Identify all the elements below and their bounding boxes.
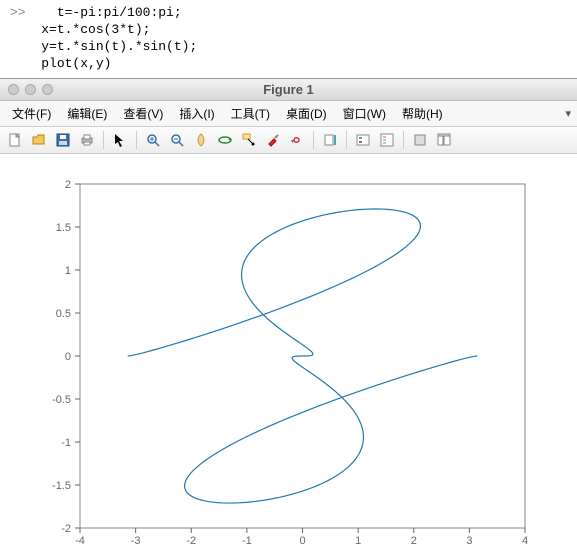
minimize-window-icon[interactable] [25,84,36,95]
axes[interactable]: -2 -1.5 -1 -0.5 0 0.5 1 1.5 2 -4 -3 -2 -1 0 1 2 3 4 [0,154,577,550]
edit-plot-button[interactable] [109,129,131,151]
y-tick-label: -2 [61,523,71,535]
x-tick-label: -4 [75,535,85,547]
toolbar-separator [136,131,137,149]
toolbar-separator [313,131,314,149]
pan-button[interactable] [190,129,212,151]
x-tick-label: -1 [242,535,252,547]
y-tick-label: 0 [65,351,71,363]
data-cursor-button[interactable] [238,129,260,151]
print-button[interactable] [76,129,98,151]
x-tick-label: -3 [131,535,141,547]
menu-file[interactable]: 文件(F) [4,103,59,124]
y-tick-label: -1.5 [52,480,71,492]
menu-desktop[interactable]: 桌面(D) [278,103,335,124]
y-tick-label: 1 [65,265,71,277]
toolbar-separator [346,131,347,149]
code-line-3: y=t.*sin(t).*sin(t); [41,39,197,54]
menu-edit[interactable]: 编辑(E) [59,103,115,124]
menu-window[interactable]: 窗口(W) [335,103,394,124]
menubar: 文件(F) 编辑(E) 查看(V) 插入(I) 工具(T) 桌面(D) 窗口(W… [0,101,577,127]
toolbar: ▾ [0,127,577,154]
code-editor: >> t=-pi:pi/100:pi; x=t.*cos(3*t); y=t.*… [0,0,577,78]
link-data-button[interactable]: ▾ [286,129,308,151]
open-file-button[interactable] [28,129,50,151]
rotate-3d-button[interactable] [214,129,236,151]
y-tick-label: -1 [61,437,71,449]
window-title: Figure 1 [0,82,577,97]
code-line-4: plot(x,y) [41,56,111,71]
code-line-1: t=-pi:pi/100:pi; [57,5,182,20]
y-tick-label: 1.5 [56,222,71,234]
code-line-2: x=t.*cos(3*t); [41,22,150,37]
plot-svg: -2 -1.5 -1 -0.5 0 0.5 1 1.5 2 -4 -3 -2 -1 0 1 2 3 4 [0,154,577,550]
y-tick-label: 0.5 [56,308,71,320]
window-controls [0,84,53,95]
insert-colorbar-button[interactable] [319,129,341,151]
y-tick-label: -0.5 [52,394,71,406]
x-tick-label: 0 [299,535,305,547]
insert-legend-button[interactable] [352,129,374,151]
zoom-window-icon[interactable] [42,84,53,95]
new-file-button[interactable] [4,129,26,151]
titlebar[interactable]: Figure 1 [0,79,577,101]
y-tick-label: 2 [65,179,71,191]
save-button[interactable] [52,129,74,151]
menu-insert[interactable]: 插入(I) [171,103,222,124]
show-plot-tools-button[interactable] [433,129,455,151]
legend-colorbar-button[interactable] [376,129,398,151]
brush-button[interactable] [262,129,284,151]
menu-help[interactable]: 帮助(H) [394,103,451,124]
zoom-in-button[interactable] [142,129,164,151]
x-tick-label: 1 [355,535,361,547]
close-window-icon[interactable] [8,84,19,95]
menu-expand-icon[interactable]: ▾ [565,107,571,120]
prompt: >> [10,5,26,20]
toolbar-separator [403,131,404,149]
figure-window: Figure 1 文件(F) 编辑(E) 查看(V) 插入(I) 工具(T) 桌… [0,78,577,550]
toolbar-separator [103,131,104,149]
menu-view[interactable]: 查看(V) [115,103,171,124]
x-tick-label: 2 [411,535,417,547]
hide-plot-tools-button[interactable] [409,129,431,151]
x-tick-label: 4 [522,535,528,547]
x-tick-label: -2 [186,535,196,547]
zoom-out-button[interactable] [166,129,188,151]
x-tick-label: 3 [466,535,472,547]
menu-tools[interactable]: 工具(T) [223,103,278,124]
